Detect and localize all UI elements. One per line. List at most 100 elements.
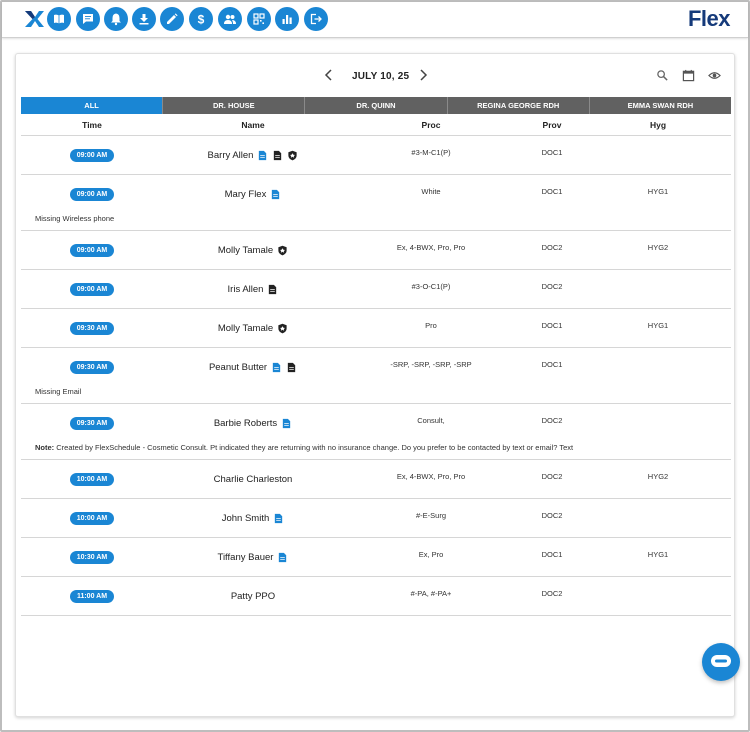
calendar-icon[interactable] [682,69,695,82]
column-header-prov[interactable]: Prov [519,120,585,130]
note-text: Missing Wireless phone [35,214,115,223]
form-icon[interactable] [273,513,284,524]
time-badge[interactable]: 09:30 AM [69,321,115,335]
table-row[interactable]: 10:00 AM John Smith #-E-Surg DOC2 [21,499,731,538]
table-row[interactable]: 10:00 AM Charlie Charleston Ex, 4-BWX, Pro… [21,460,731,499]
time-cell: 09:00 AM [21,243,163,257]
notifications-button[interactable] [104,7,128,31]
form-icon[interactable] [271,362,282,373]
support-chat-button[interactable] [702,643,740,681]
table-row[interactable]: 09:30 AM Barbie Roberts Consult, DOC2 Note: … [21,404,731,460]
tab-regina-george-rdh[interactable]: REGINA GEORGE RDH [447,97,590,114]
reports-button[interactable] [275,7,299,31]
column-header-name[interactable]: Name [163,120,343,130]
people-icon [224,14,236,24]
schedule-card: JULY 10, 25 ALL DR. HOUSE DR. QUINN REGINA … [15,53,735,717]
row-note: Missing Email [21,386,731,403]
form-icon[interactable] [257,150,268,161]
flex-x-logo-icon[interactable] [22,7,46,31]
note-text: Missing Email [35,387,82,396]
form-icon[interactable] [281,418,292,429]
date-navigation: JULY 10, 25 [16,54,734,96]
shield-icon[interactable] [277,245,288,256]
patient-name[interactable]: John Smith [222,513,270,524]
pencil-icon [167,13,178,24]
patient-name[interactable]: Mary Flex [225,189,267,200]
hyg-cell: HYG1 [647,321,669,330]
time-badge[interactable]: 10:00 AM [69,472,115,486]
time-cell: 11:00 AM [21,589,163,603]
time-badge[interactable]: 09:00 AM [69,148,115,162]
table-row[interactable]: 09:00 AM Iris Allen #3-O-C1(P) DOC2 [21,270,731,309]
shield-icon[interactable] [287,150,298,161]
hyg-cell [585,348,731,360]
document-icon[interactable] [272,150,283,161]
tab-emma-swan-rdh[interactable]: EMMA SWAN RDH [589,97,732,114]
patient-name[interactable]: Peanut Butter [209,362,267,373]
table-row[interactable]: 11:00 AM Patty PPO #-PA, #-PA+ DOC2 [21,577,731,616]
download-button[interactable] [132,7,156,31]
document-icon[interactable] [267,284,278,295]
name-cell: John Smith [163,513,343,524]
book-button[interactable] [47,7,71,31]
billing-button[interactable]: $ [189,7,213,31]
tab-dr-quinn[interactable]: DR. QUINN [305,97,448,114]
patients-button[interactable] [218,7,242,31]
patient-name[interactable]: Molly Tamale [218,323,273,334]
column-header-hyg[interactable]: Hyg [585,120,731,130]
row-note: Missing Wireless phone [21,213,731,230]
prov-cell: DOC1 [541,360,563,369]
eye-icon[interactable] [708,69,721,82]
patient-name[interactable]: Molly Tamale [218,245,273,256]
table-row[interactable]: 09:00 AM Molly Tamale Ex, 4-BWX, Pro, Pro D… [21,231,731,270]
patient-name[interactable]: Charlie Charleston [214,474,293,485]
time-badge[interactable]: 09:00 AM [69,243,115,257]
search-icon[interactable] [656,69,669,82]
time-badge[interactable]: 09:30 AM [69,416,115,430]
name-cell: Mary Flex [163,189,343,200]
edit-button[interactable] [160,7,184,31]
table-header: Time Name Proc Prov Hyg [21,114,731,136]
column-header-time[interactable]: Time [21,120,163,130]
hyg-cell [585,136,731,148]
tab-all[interactable]: ALL [21,97,164,114]
tab-dr-house[interactable]: DR. HOUSE [163,97,306,114]
qr-code-button[interactable] [247,7,271,31]
previous-day-chevron-icon[interactable] [322,68,336,82]
name-cell: Barry Allen [163,150,343,161]
time-badge[interactable]: 11:00 AM [69,589,115,603]
table-row[interactable]: 10:30 AM Tiffany Bauer Ex, Pro DOC1 HYG1 [21,538,731,577]
proc-cell: Ex, 4-BWX, Pro, Pro [396,243,466,252]
prov-cell: DOC1 [541,321,563,330]
time-badge[interactable]: 09:00 AM [69,187,115,201]
time-badge[interactable]: 09:30 AM [69,360,115,374]
messages-button[interactable] [76,7,100,31]
time-badge[interactable]: 10:00 AM [69,511,115,525]
patient-name[interactable]: Iris Allen [228,284,264,295]
table-row[interactable]: 09:30 AM Peanut Butter -SRP, -SRP, -SRP, -… [21,348,731,404]
provider-tabs: ALL DR. HOUSE DR. QUINN REGINA GEORGE RDH EM… [21,97,732,114]
form-icon[interactable] [277,552,288,563]
table-row[interactable]: 09:00 AM Mary Flex White DOC1 HYG1 Missing Wi… [21,175,731,231]
hyg-cell [585,270,731,282]
prov-cell: DOC1 [541,550,563,559]
time-badge[interactable]: 10:30 AM [69,550,115,564]
table-row[interactable]: 09:30 AM Molly Tamale Pro DOC1 HYG1 [21,309,731,348]
document-icon[interactable] [286,362,297,373]
patient-name[interactable]: Barry Allen [208,150,254,161]
prov-cell: DOC2 [541,243,563,252]
time-badge[interactable]: 09:00 AM [69,282,115,296]
patient-name[interactable]: Barbie Roberts [214,418,277,429]
shield-icon[interactable] [277,323,288,334]
logout-button[interactable] [304,7,328,31]
time-cell: 09:00 AM [21,187,163,201]
next-day-chevron-icon[interactable] [416,68,430,82]
hyg-cell [585,404,731,416]
patient-name[interactable]: Tiffany Bauer [218,552,274,563]
prov-cell: DOC1 [541,148,563,157]
table-row[interactable]: 09:00 AM Barry Allen #3-M-C1(P) DOC1 [21,136,731,175]
patient-name[interactable]: Patty PPO [231,591,275,602]
prov-cell: DOC2 [541,511,563,520]
column-header-proc[interactable]: Proc [343,120,519,130]
form-icon[interactable] [270,189,281,200]
